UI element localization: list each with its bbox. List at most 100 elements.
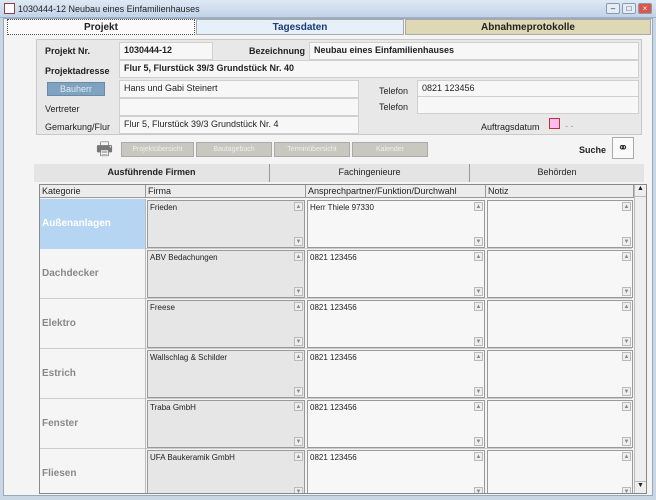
scroll-down-icon[interactable]: ▼ bbox=[474, 437, 483, 446]
scroll-down-icon[interactable]: ▼ bbox=[622, 387, 631, 396]
tab-projekt[interactable]: Projekt bbox=[7, 19, 195, 35]
subtab-behoerden[interactable]: Behörden bbox=[469, 164, 644, 182]
kalender-button[interactable]: Kalender bbox=[352, 142, 428, 157]
scroll-down-icon[interactable]: ▼ bbox=[622, 337, 631, 346]
suche-label: Suche bbox=[579, 145, 607, 155]
scroll-up-icon[interactable]: ▲ bbox=[474, 202, 483, 211]
scroll-up-icon[interactable]: ▲ bbox=[474, 352, 483, 361]
scroll-up-icon[interactable]: ▲ bbox=[294, 302, 303, 311]
scroll-up-icon[interactable]: ▲ bbox=[294, 252, 303, 261]
tab-tagesdaten[interactable]: Tagesdaten bbox=[196, 19, 404, 35]
tab-abnahmeprotokolle[interactable]: Abnahmeprotokolle bbox=[405, 19, 651, 35]
telefon-field-2[interactable] bbox=[417, 96, 639, 114]
scroll-up-icon[interactable]: ▲ bbox=[474, 302, 483, 311]
projekt-nr-field[interactable]: 1030444-12 bbox=[119, 42, 213, 60]
cell-firma-text: Traba GmbH bbox=[150, 403, 196, 412]
scroll-up-icon[interactable]: ▲ bbox=[474, 252, 483, 261]
scroll-down-icon[interactable]: ▼ bbox=[294, 387, 303, 396]
scroll-down-icon[interactable]: ▼ bbox=[474, 337, 483, 346]
projektuebersicht-button[interactable]: Projektübersicht bbox=[121, 142, 194, 157]
cell-firma[interactable]: UFA Baukeramik GmbH ▲ ▼ bbox=[147, 450, 305, 493]
scroll-up-icon[interactable]: ▲ bbox=[294, 202, 303, 211]
scroll-down-icon[interactable]: ▼ bbox=[474, 387, 483, 396]
col-firma[interactable]: Firma bbox=[146, 185, 306, 198]
scroll-down-icon[interactable]: ▼ bbox=[622, 437, 631, 446]
cell-notiz[interactable]: ▲ ▼ bbox=[487, 400, 633, 448]
scroll-down-icon[interactable]: ▼ bbox=[474, 487, 483, 493]
scroll-down-icon[interactable]: ▼ bbox=[474, 237, 483, 246]
cell-firma[interactable]: Frieden ▲ ▼ bbox=[147, 200, 305, 248]
cell-kontakt[interactable]: 0821 123456 ▲ ▼ bbox=[307, 450, 485, 493]
scroll-up-icon[interactable]: ▲ bbox=[635, 185, 646, 197]
minimize-button[interactable]: – bbox=[606, 3, 620, 14]
cell-notiz[interactable]: ▲ ▼ bbox=[487, 250, 633, 298]
binoculars-search-button[interactable]: ⚭ bbox=[612, 137, 634, 159]
subtab-ausfuehrende-firmen[interactable]: Ausführende Firmen bbox=[34, 164, 269, 182]
cell-kategorie[interactable]: Dachdecker bbox=[40, 249, 146, 299]
table-scrollbar[interactable]: ▲ ▼ bbox=[634, 185, 646, 493]
scroll-down-icon[interactable]: ▼ bbox=[635, 481, 646, 493]
col-notiz[interactable]: Notiz bbox=[486, 185, 634, 198]
scroll-down-icon[interactable]: ▼ bbox=[474, 287, 483, 296]
bezeichnung-field[interactable]: Neubau eines Einfamilienhauses bbox=[309, 42, 639, 60]
bauherr-field[interactable]: Hans und Gabi Steinert bbox=[119, 80, 359, 98]
projektadresse-field[interactable]: Flur 5, Flurstück 39/3 Grundstück Nr. 40 bbox=[119, 60, 639, 78]
calendar-icon[interactable] bbox=[549, 118, 560, 129]
scroll-down-icon[interactable]: ▼ bbox=[294, 487, 303, 493]
vertreter-field[interactable] bbox=[119, 98, 359, 116]
scroll-up-icon[interactable]: ▲ bbox=[474, 402, 483, 411]
cell-kategorie[interactable]: Außenanlagen bbox=[40, 199, 146, 249]
terminuebersicht-button[interactable]: Terminübersicht bbox=[274, 142, 350, 157]
cell-firma[interactable]: ABV Bedachungen ▲ ▼ bbox=[147, 250, 305, 298]
maximize-button[interactable]: □ bbox=[622, 3, 636, 14]
cell-notiz[interactable]: ▲ ▼ bbox=[487, 200, 633, 248]
printer-icon[interactable]: 🖶 bbox=[96, 139, 116, 159]
scroll-down-icon[interactable]: ▼ bbox=[294, 437, 303, 446]
subtab-fachingenieure[interactable]: Fachingenieure bbox=[269, 164, 469, 182]
scroll-down-icon[interactable]: ▼ bbox=[294, 287, 303, 296]
table-row[interactable]: Fenster Traba GmbH ▲ ▼ 0821 123456 ▲ ▼ ▲ ▼ bbox=[40, 399, 633, 449]
col-ansprechpartner[interactable]: Ansprechpartner/Funktion/Durchwahl bbox=[306, 185, 486, 198]
scroll-down-icon[interactable]: ▼ bbox=[622, 237, 631, 246]
table-row[interactable]: Außenanlagen Frieden ▲ ▼ Herr Thiele 97330 ▲… bbox=[40, 199, 633, 249]
table-row[interactable]: Dachdecker ABV Bedachungen ▲ ▼ 0821 123456 ▲… bbox=[40, 249, 633, 299]
close-button[interactable]: × bbox=[638, 3, 652, 14]
app-icon bbox=[4, 3, 15, 14]
scroll-up-icon[interactable]: ▲ bbox=[474, 452, 483, 461]
cell-notiz[interactable]: ▲ ▼ bbox=[487, 300, 633, 348]
cell-kategorie[interactable]: Estrich bbox=[40, 349, 146, 399]
bautagebuch-button[interactable]: Bautagebuch bbox=[196, 142, 272, 157]
cell-firma[interactable]: Freese ▲ ▼ bbox=[147, 300, 305, 348]
scroll-down-icon[interactable]: ▼ bbox=[622, 487, 631, 493]
cell-kategorie[interactable]: Fenster bbox=[40, 399, 146, 449]
table-row[interactable]: Fliesen UFA Baukeramik GmbH ▲ ▼ 0821 123456… bbox=[40, 449, 633, 493]
cell-firma[interactable]: Traba GmbH ▲ ▼ bbox=[147, 400, 305, 448]
table-row[interactable]: Elektro Freese ▲ ▼ 0821 123456 ▲ ▼ ▲ ▼ bbox=[40, 299, 633, 349]
scroll-up-icon[interactable]: ▲ bbox=[294, 402, 303, 411]
cell-kontakt[interactable]: 0821 123456 ▲ ▼ bbox=[307, 400, 485, 448]
scroll-down-icon[interactable]: ▼ bbox=[294, 337, 303, 346]
cell-kontakt[interactable]: Herr Thiele 97330 ▲ ▼ bbox=[307, 200, 485, 248]
scroll-up-icon[interactable]: ▲ bbox=[622, 452, 631, 461]
scroll-down-icon[interactable]: ▼ bbox=[622, 287, 631, 296]
scroll-up-icon[interactable]: ▲ bbox=[622, 252, 631, 261]
cell-firma[interactable]: Wallschlag & Schilder ▲ ▼ bbox=[147, 350, 305, 398]
scroll-up-icon[interactable]: ▲ bbox=[294, 352, 303, 361]
scroll-up-icon[interactable]: ▲ bbox=[622, 352, 631, 361]
cell-kontakt[interactable]: 0821 123456 ▲ ▼ bbox=[307, 250, 485, 298]
scroll-down-icon[interactable]: ▼ bbox=[294, 237, 303, 246]
cell-kontakt[interactable]: 0821 123456 ▲ ▼ bbox=[307, 300, 485, 348]
col-kategorie[interactable]: Kategorie bbox=[40, 185, 146, 198]
cell-notiz[interactable]: ▲ ▼ bbox=[487, 350, 633, 398]
table-row[interactable]: Estrich Wallschlag & Schilder ▲ ▼ 0821 1234… bbox=[40, 349, 633, 399]
scroll-up-icon[interactable]: ▲ bbox=[622, 402, 631, 411]
scroll-up-icon[interactable]: ▲ bbox=[622, 302, 631, 311]
scroll-up-icon[interactable]: ▲ bbox=[294, 452, 303, 461]
cell-kategorie[interactable]: Elektro bbox=[40, 299, 146, 349]
cell-kategorie[interactable]: Fliesen bbox=[40, 449, 146, 493]
gemarkung-field[interactable]: Flur 5, Flurstück 39/3 Grundstück Nr. 4 bbox=[119, 116, 359, 134]
scroll-up-icon[interactable]: ▲ bbox=[622, 202, 631, 211]
cell-kontakt[interactable]: 0821 123456 ▲ ▼ bbox=[307, 350, 485, 398]
cell-notiz[interactable]: ▲ ▼ bbox=[487, 450, 633, 493]
bauherr-button[interactable]: Bauherr bbox=[47, 82, 105, 96]
